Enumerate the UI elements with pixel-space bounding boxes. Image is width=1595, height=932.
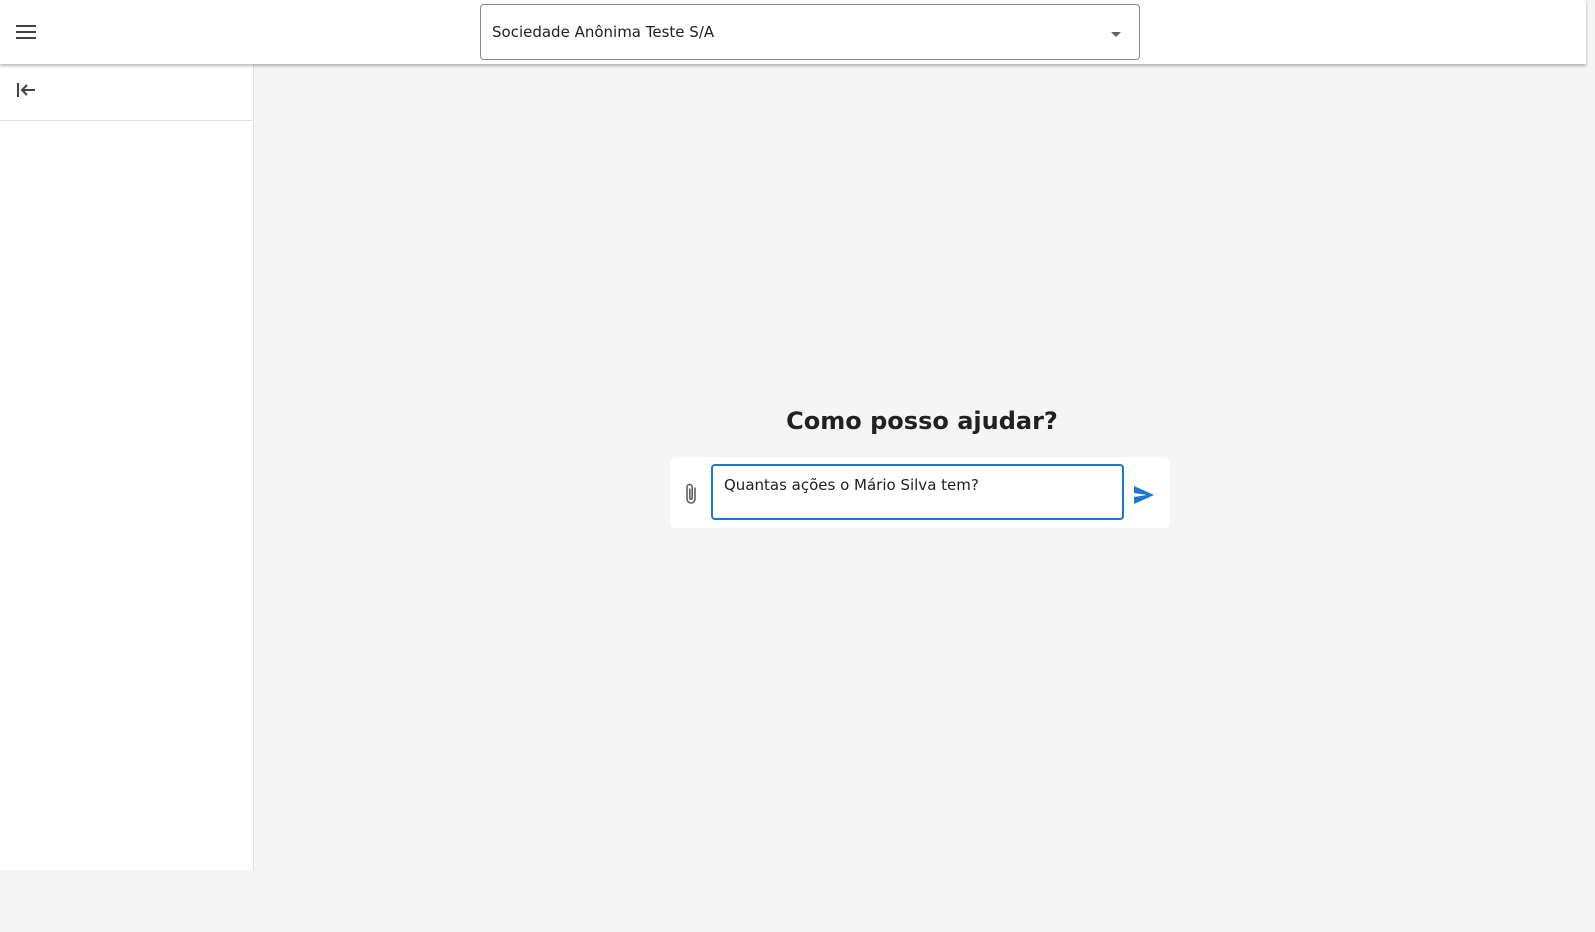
send-button[interactable] [1131, 483, 1157, 507]
collapse-sidebar-button[interactable] [14, 78, 38, 102]
menu-button[interactable] [12, 18, 40, 46]
page-title: Como posso ajudar? [786, 407, 1058, 435]
menu-icon [16, 25, 36, 39]
chat-composer: Quantas ações o Mário Silva tem? [670, 457, 1170, 528]
caret-down-icon [1111, 32, 1121, 37]
company-select-value: Sociedade Anônima Teste S/A [492, 23, 715, 41]
chat-input[interactable]: Quantas ações o Mário Silva tem? [711, 464, 1124, 520]
top-app-bar: Sociedade Anônima Teste S/A [0, 0, 1586, 64]
sidebar [0, 64, 254, 870]
company-select[interactable]: Sociedade Anônima Teste S/A [480, 4, 1140, 60]
paperclip-icon [686, 483, 696, 504]
send-icon [1134, 486, 1154, 504]
attach-button[interactable] [680, 481, 702, 507]
collapse-left-icon [17, 83, 35, 97]
main-content: Como posso ajudar? Quantas ações o Mário… [254, 64, 1586, 932]
sidebar-header [0, 64, 253, 121]
